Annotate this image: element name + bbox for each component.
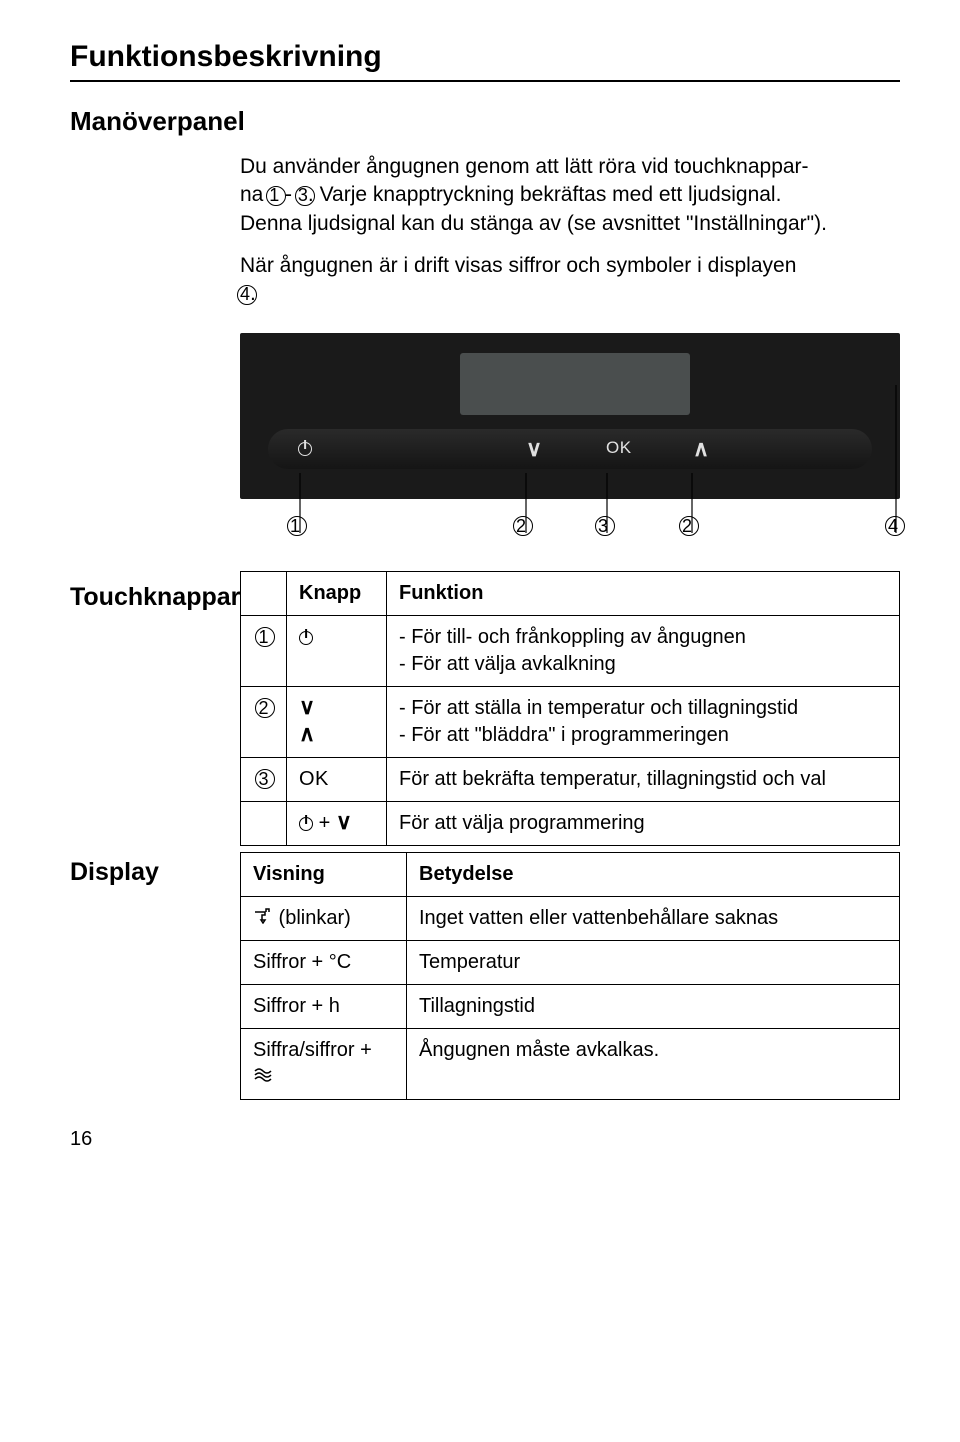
row-desc: För att välja programmering xyxy=(387,801,900,845)
ref-circle-1: 1 xyxy=(269,186,279,204)
table-row: Siffra/siffror + Ångugnen måste avkalkas… xyxy=(241,1028,900,1099)
row-desc: - För att ställa in temperatur och tilla… xyxy=(387,686,900,757)
table-row: + ∨ För att välja programmering xyxy=(241,801,900,845)
vis-text: Siffror + °C xyxy=(241,940,407,984)
chevron-up-icon: ∧ xyxy=(693,438,709,460)
table-header-betydelse: Betydelse xyxy=(407,852,900,896)
ref-circle-4: 4 xyxy=(240,285,250,303)
display-section: Display Visning Betydelse (blinkar) Inge… xyxy=(70,846,900,1100)
touchknappar-table: Knapp Funktion 1 - För till- och frånkop… xyxy=(240,571,900,846)
ref-circle-3: 3 xyxy=(298,186,308,204)
table-header-visning: Visning xyxy=(241,852,407,896)
table-row: Siffror + h Tillagningstid xyxy=(241,984,900,1028)
row-ref-1: 1 xyxy=(258,628,268,646)
row-mean: Ångugnen måste avkalkas. xyxy=(407,1028,900,1099)
row-desc: - För till- och frånkoppling av ångugnen… xyxy=(387,615,900,686)
table-header-funktion: Funktion xyxy=(387,571,900,615)
faucet-icon xyxy=(253,905,273,932)
control-panel-illustration: ∨ OK ∧ xyxy=(240,333,900,499)
table-header-knapp: Knapp xyxy=(287,571,387,615)
intro-paragraph-2: När ångugnen är i drift visas siffror oc… xyxy=(240,252,900,309)
touchknappar-heading: Touchknappar xyxy=(70,583,240,612)
blinkar-text: (blinkar) xyxy=(273,907,351,929)
row-desc: För att bekräfta temperatur, tillagnings… xyxy=(387,757,900,801)
touch-strip: ∨ OK ∧ xyxy=(268,429,872,469)
intro-paragraph-1: Du använder ångugnen genom att lätt röra… xyxy=(240,153,900,238)
chevron-down-icon: ∨ xyxy=(299,694,315,719)
vis-prefix: Siffra/siffror + xyxy=(253,1039,372,1061)
row-ref-2: 2 xyxy=(258,699,268,717)
callout-2b: 2 xyxy=(682,517,692,535)
descale-icon xyxy=(253,1064,273,1091)
callout-4: 4 xyxy=(888,517,898,535)
panel-display-area xyxy=(460,353,690,415)
plus-text: + xyxy=(319,812,336,834)
table-row: 1 - För till- och frånkoppling av ångugn… xyxy=(241,615,900,686)
control-panel: ∨ OK ∧ xyxy=(240,333,900,499)
row-mean: Inget vatten eller vattenbehållare sakna… xyxy=(407,896,900,940)
text: När ångugnen är i drift visas siffror oc… xyxy=(240,254,796,277)
power-icon xyxy=(298,438,312,459)
callout-2a: 2 xyxy=(516,517,526,535)
table-row: Siffror + °C Temperatur xyxy=(241,940,900,984)
power-icon xyxy=(299,631,313,645)
text: Du använder ångugnen genom att lätt röra… xyxy=(240,155,809,178)
row-mean: Tillagningstid xyxy=(407,984,900,1028)
table-row: 3 OK För att bekräfta temperatur, tillag… xyxy=(241,757,900,801)
callout-1: 1 xyxy=(290,517,300,535)
ok-button-label: OK xyxy=(606,438,632,458)
table-header-blank xyxy=(241,571,287,615)
callout-row: 1 2 3 2 4 xyxy=(240,517,900,551)
vis-text: Siffror + h xyxy=(241,984,407,1028)
page-number: 16 xyxy=(70,1128,900,1151)
display-table: Visning Betydelse (blinkar) Inget vatten… xyxy=(240,852,900,1100)
row-mean: Temperatur xyxy=(407,940,900,984)
subheading-manoverpanel: Manöverpanel xyxy=(70,106,900,137)
table-row: (blinkar) Inget vatten eller vattenbehål… xyxy=(241,896,900,940)
table-row: 2 ∨ ∧ - För att ställa in temperatur och… xyxy=(241,686,900,757)
chevron-down-icon: ∨ xyxy=(526,438,542,460)
document-page: Funktionsbeskrivning Manöverpanel Du anv… xyxy=(0,0,960,1181)
text: . Varje knapptryckning bekräftas med ett… xyxy=(308,183,782,206)
chevron-up-icon: ∧ xyxy=(299,721,315,746)
text: Denna ljudsignal kan du stänga av (se av… xyxy=(240,210,900,238)
section-title: Funktionsbeskrivning xyxy=(70,40,900,74)
text: na xyxy=(240,183,269,206)
display-heading: Display xyxy=(70,858,240,887)
row-ref-3: 3 xyxy=(258,770,268,788)
touchknappar-section: Touchknappar Knapp Funktion 1 - För till… xyxy=(70,571,900,846)
callout-3: 3 xyxy=(598,517,608,535)
ok-label: OK xyxy=(287,757,387,801)
chevron-down-icon: ∨ xyxy=(336,809,352,834)
title-rule xyxy=(70,80,900,82)
power-icon xyxy=(299,817,313,831)
